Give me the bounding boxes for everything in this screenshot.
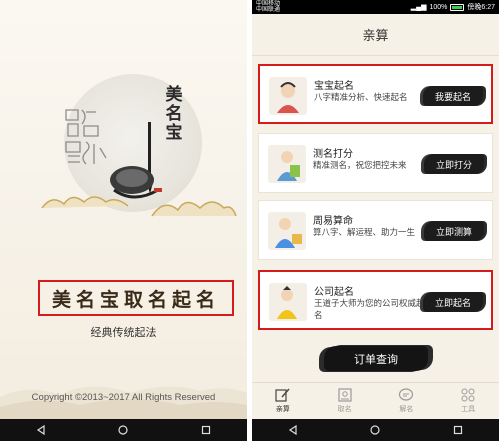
fortune-icon xyxy=(268,212,306,250)
tab-label: 工具 xyxy=(461,405,476,413)
card-baby-name[interactable]: 宝宝起名 八字精准分析、快速起名 我要起名 xyxy=(258,64,493,124)
splash-screen: 美名宝 美名宝取名起名 经典传统起法 Copyright ©2013~2017 … xyxy=(0,0,247,441)
home-icon[interactable] xyxy=(364,419,386,441)
home-screen: 中国移动 中国联通 ▂▄▆ 100% 傍晚6:27 亲算 宝宝起名 八字精准分析… xyxy=(252,0,499,441)
mountain-decoration xyxy=(0,386,247,419)
bottom-tab-bar: 亲算 取名 解名 工具 xyxy=(252,382,499,419)
card-company-name[interactable]: 公司起名 王道子大师为您的公司权威起名 立即起名 xyxy=(258,270,493,330)
grid-icon xyxy=(461,388,475,402)
baby-name-button[interactable]: 我要起名 xyxy=(423,86,483,106)
name-score-button[interactable]: 立即打分 xyxy=(424,154,484,174)
tab-label: 解名 xyxy=(399,405,414,413)
company-name-icon xyxy=(269,283,307,321)
card-title: 周易算命 xyxy=(313,216,353,227)
company-name-button[interactable]: 立即起名 xyxy=(423,292,483,312)
android-nav-bar-right xyxy=(252,419,499,441)
copyright-text: Copyright ©2013~2017 All Rights Reserved xyxy=(31,392,216,403)
tab-qinsuan[interactable]: 亲算 xyxy=(252,383,314,419)
battery-icon xyxy=(450,3,465,11)
recents-icon[interactable] xyxy=(195,419,217,441)
fortune-button[interactable]: 立即测算 xyxy=(424,221,484,241)
recents-icon[interactable] xyxy=(447,419,469,441)
chat-bubble-icon xyxy=(399,388,414,401)
card-desc: 八字精准分析、快速起名 xyxy=(314,93,408,103)
home-icon[interactable] xyxy=(112,419,134,441)
name-card-icon xyxy=(338,388,352,402)
card-title: 宝宝起名 xyxy=(314,81,354,92)
card-desc: 王道子大师为您的公司权威起名 xyxy=(314,299,425,321)
cloud-decoration-left xyxy=(41,196,129,209)
card-desc: 算八字、解运程、助力一生 xyxy=(313,228,416,238)
cloud-decoration-right xyxy=(151,201,237,217)
card-title: 测名打分 xyxy=(313,149,353,160)
app-title: 美名宝取名起名 xyxy=(51,288,220,311)
card-name-score[interactable]: 测名打分 精准测名，祝您把控未来 立即打分 xyxy=(258,133,493,193)
tab-gongju[interactable]: 工具 xyxy=(437,383,499,419)
back-icon[interactable] xyxy=(282,419,304,441)
signal-icon: ▂▄▆ xyxy=(410,4,427,11)
status-time: 傍晚6:27 xyxy=(467,4,495,11)
app-title-box: 美名宝取名起名 xyxy=(38,280,234,316)
card-fortune[interactable]: 周易算命 算八字、解运程、助力一生 立即测算 xyxy=(258,200,493,260)
app-subtitle: 经典传统起法 xyxy=(90,326,157,339)
tab-label: 亲算 xyxy=(275,405,290,413)
back-icon[interactable] xyxy=(30,419,52,441)
android-nav-bar-left xyxy=(0,419,247,441)
carrier-info: 中国移动 中国联通 xyxy=(256,1,281,13)
status-right: ▂▄▆ 100% 傍晚6:27 xyxy=(411,2,495,12)
order-query-button[interactable]: 订单查询 xyxy=(324,346,428,371)
tab-jieming[interactable]: 解名 xyxy=(376,383,438,419)
page-title: 亲算 xyxy=(252,14,499,56)
status-bar: 中国移动 中国联通 ▂▄▆ 100% 傍晚6:27 xyxy=(252,0,499,14)
baby-name-icon xyxy=(269,77,307,115)
compose-icon xyxy=(275,388,290,402)
tab-label: 取名 xyxy=(337,405,352,413)
card-title: 公司起名 xyxy=(314,287,354,298)
battery-percent: 100% xyxy=(429,3,448,11)
card-desc: 精准测名，祝您把控未来 xyxy=(313,161,407,171)
tab-quming[interactable]: 取名 xyxy=(314,383,376,419)
name-score-icon xyxy=(268,145,306,183)
